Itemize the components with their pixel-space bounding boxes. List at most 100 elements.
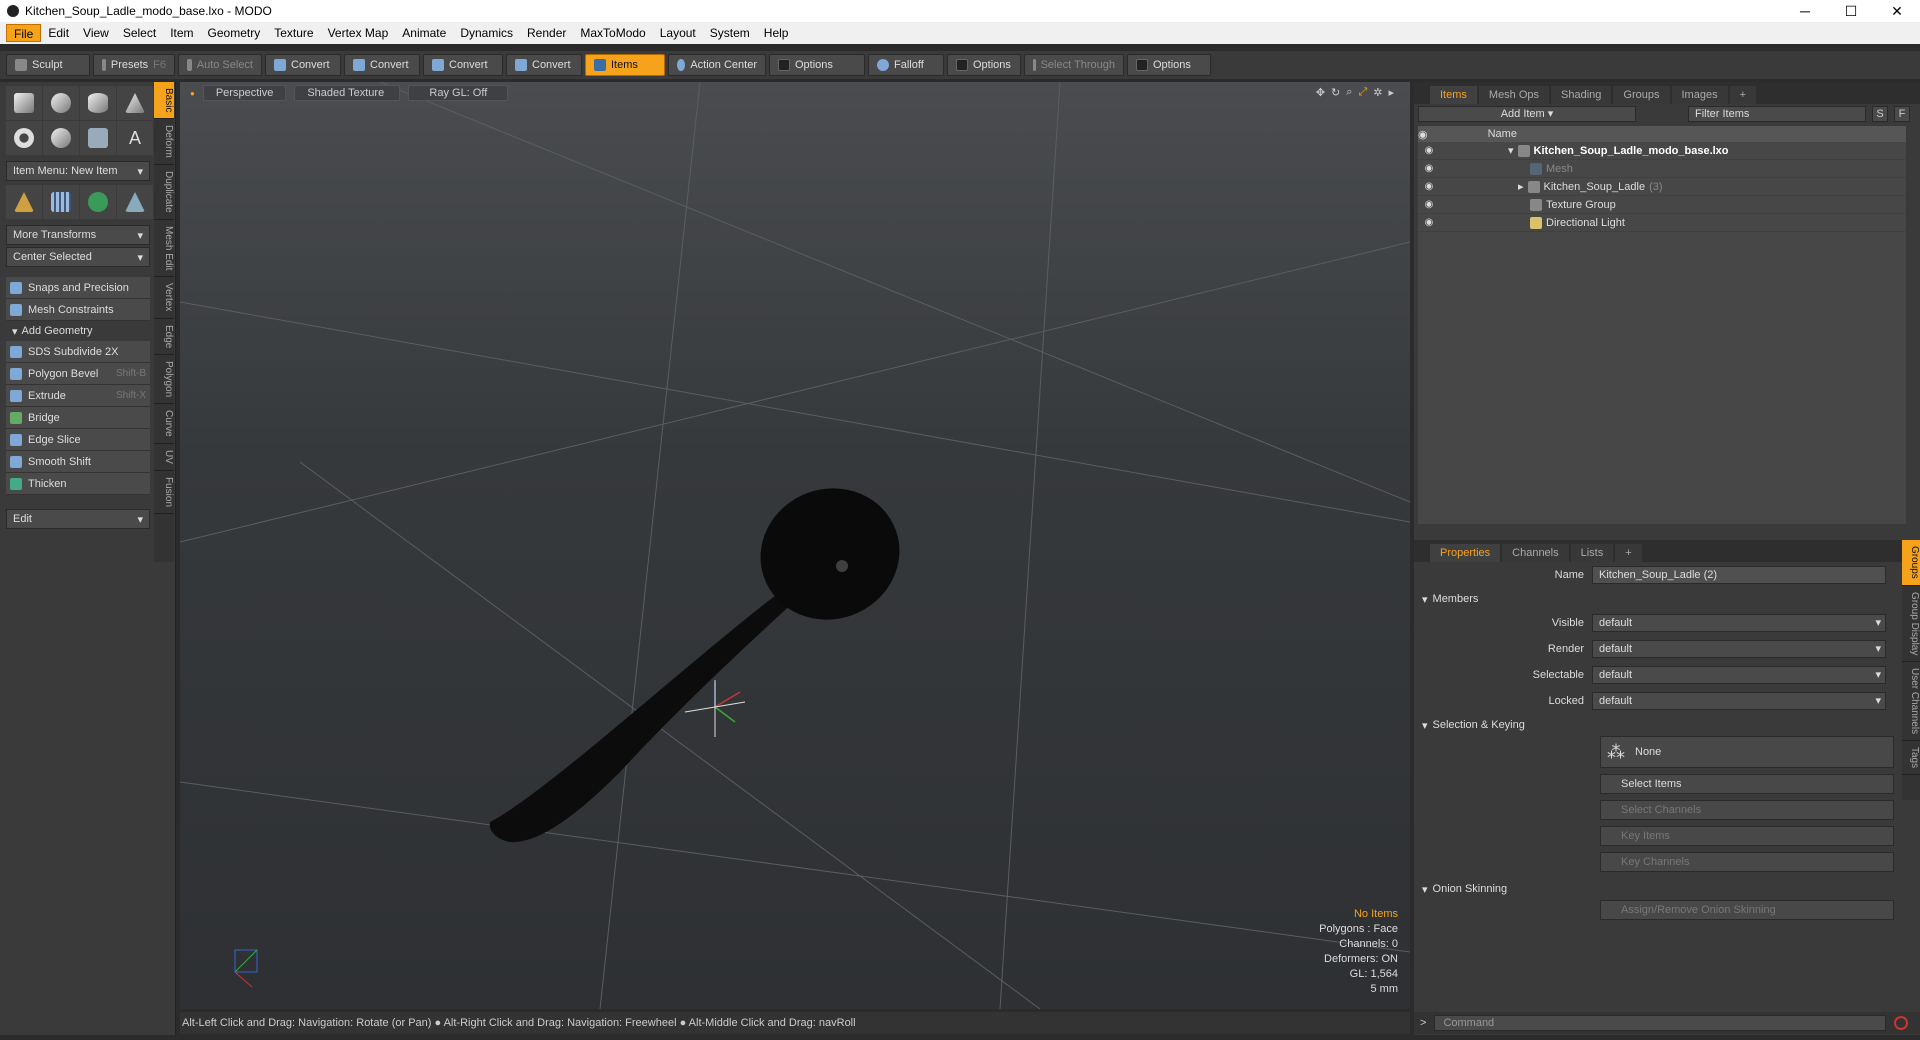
capsule-primitive-button[interactable] [43, 121, 79, 155]
select-through-options-button[interactable]: Options [1127, 54, 1211, 76]
globe-button[interactable] [80, 185, 116, 219]
edit-dropdown[interactable]: Edit ▾ [6, 509, 150, 529]
raygl-toggle[interactable]: Ray GL: Off [408, 85, 509, 101]
shading-mode-dropdown[interactable]: Shaded Texture [294, 85, 401, 101]
pyramid-button[interactable] [117, 185, 153, 219]
sculpt-button[interactable]: Sculpt [6, 54, 90, 76]
falloff-options-button[interactable]: Options [947, 54, 1021, 76]
add-geometry-header[interactable]: ▾ Add Geometry [6, 321, 150, 341]
3d-viewport[interactable]: ● Perspective Shaded Texture Ray GL: Off… [180, 82, 1410, 1009]
tab-edge[interactable]: Edge [154, 319, 174, 356]
visible-dropdown[interactable]: default ▾ [1592, 614, 1886, 632]
key-items-button[interactable]: Key Items [1600, 826, 1894, 846]
tab-duplicate[interactable]: Duplicate [154, 165, 174, 220]
menu-select[interactable]: Select [116, 24, 163, 42]
tab-groups-side[interactable]: Groups [1902, 540, 1920, 586]
tab-tags[interactable]: Tags [1902, 741, 1920, 776]
tab-curve[interactable]: Curve [154, 404, 174, 444]
tree-row-mesh[interactable]: ◉ Mesh [1418, 160, 1906, 178]
cone-primitive-button[interactable] [117, 86, 153, 120]
convert-polygons-button[interactable]: Convert [423, 54, 503, 76]
ladle-model[interactable] [489, 469, 918, 843]
action-center-button[interactable]: Action Center [668, 54, 766, 76]
tab-basic[interactable]: Basic [154, 82, 174, 120]
menu-edit[interactable]: Edit [41, 24, 76, 42]
members-section[interactable]: ▾ Members [1414, 588, 1920, 610]
select-items-button[interactable]: Select Items [1600, 774, 1894, 794]
tab-add-props[interactable]: + [1615, 544, 1642, 562]
menu-file[interactable]: File [6, 24, 42, 42]
tab-user-channels[interactable]: User Channels [1902, 662, 1920, 742]
select-through-button[interactable]: Select Through [1024, 54, 1124, 76]
rotate-icon[interactable]: ↻ [1331, 86, 1340, 99]
menu-layout[interactable]: Layout [653, 24, 703, 42]
presets-button[interactable]: Presets F6 [93, 54, 175, 76]
zoom-icon[interactable]: ⌕ [1346, 86, 1352, 99]
eye-icon[interactable]: ◉ [1418, 145, 1440, 156]
tab-shading[interactable]: Shading [1551, 86, 1612, 104]
action-center-options-button[interactable]: Options [769, 54, 865, 76]
pan-icon[interactable]: ✥ [1316, 86, 1325, 99]
tree-row-texture-group[interactable]: ◉ Texture Group [1418, 196, 1906, 214]
falloff-button[interactable]: Falloff [868, 54, 944, 76]
key-channels-button[interactable]: Key Channels [1600, 852, 1894, 872]
tool-smooth-shift[interactable]: Smooth Shift [6, 451, 150, 473]
tab-images[interactable]: Images [1671, 86, 1728, 104]
menu-texture[interactable]: Texture [267, 24, 320, 42]
viewport-menu-icon[interactable]: ● [190, 89, 195, 98]
tool-thicken[interactable]: Thicken [6, 473, 150, 495]
tree-row-light[interactable]: ◉ Directional Light [1418, 214, 1906, 232]
cube-primitive-button[interactable] [6, 86, 42, 120]
eye-icon[interactable]: ◉ [1418, 217, 1440, 228]
transform-button[interactable] [6, 185, 42, 219]
tab-polygon[interactable]: Polygon [154, 355, 174, 405]
tab-fusion[interactable]: Fusion [154, 471, 174, 514]
menu-geometry[interactable]: Geometry [201, 24, 268, 42]
convert-materials-button[interactable]: Convert [506, 54, 582, 76]
mesh-constraints-button[interactable]: Mesh Constraints [6, 299, 150, 321]
assign-onion-button[interactable]: Assign/Remove Onion Skinning [1600, 900, 1894, 920]
tab-lists[interactable]: Lists [1570, 544, 1614, 562]
menu-view[interactable]: View [76, 24, 116, 42]
filter-f-button[interactable]: F [1894, 106, 1910, 122]
sphere-primitive-button[interactable] [43, 86, 79, 120]
selectable-dropdown[interactable]: default ▾ [1592, 666, 1886, 684]
locked-dropdown[interactable]: default ▾ [1592, 692, 1886, 710]
tab-items[interactable]: Items [1430, 86, 1477, 104]
group-type-selector[interactable]: ⁂ None [1600, 736, 1894, 768]
tool-polygon-bevel[interactable]: Polygon Bevel Shift-B [6, 363, 150, 385]
menu-system[interactable]: System [703, 24, 757, 42]
eye-icon[interactable]: ◉ [1418, 199, 1440, 210]
tab-properties[interactable]: Properties [1430, 544, 1501, 562]
view-perspective-dropdown[interactable]: Perspective [202, 85, 287, 101]
tab-groups[interactable]: Groups [1613, 86, 1670, 104]
filter-s-button[interactable]: S [1872, 106, 1888, 122]
name-column-header[interactable]: Name [1488, 128, 1517, 140]
onion-skinning-section[interactable]: ▾ Onion Skinning [1414, 878, 1920, 900]
add-item-dropdown[interactable]: Add Item ▾ [1418, 106, 1636, 122]
eye-icon[interactable]: ◉ [1418, 163, 1440, 174]
menu-render[interactable]: Render [520, 24, 573, 42]
close-button[interactable]: ✕ [1874, 0, 1920, 22]
menu-maxtomodo[interactable]: MaxToModo [573, 24, 652, 42]
menu-vertex-map[interactable]: Vertex Map [321, 24, 396, 42]
tool-edge-slice[interactable]: Edge Slice [6, 429, 150, 451]
tab-mesh-edit[interactable]: Mesh Edit [154, 220, 174, 278]
fit-icon[interactable]: ⤢ [1358, 86, 1367, 99]
expand-icon[interactable]: ▸ [1388, 86, 1394, 99]
maximize-button[interactable]: ☐ [1828, 0, 1874, 22]
pen-tool-button[interactable] [80, 121, 116, 155]
convert-vertices-button[interactable]: Convert [265, 54, 341, 76]
minimize-button[interactable]: ─ [1782, 0, 1828, 22]
selection-keying-section[interactable]: ▾ Selection & Keying [1414, 714, 1920, 736]
settings-icon[interactable]: ✲ [1373, 86, 1382, 99]
render-dropdown[interactable]: default ▾ [1592, 640, 1886, 658]
tab-uv[interactable]: UV [154, 444, 174, 471]
items-mode-button[interactable]: Items [585, 54, 665, 76]
item-menu-dropdown[interactable]: Item Menu: New Item ▾ [6, 161, 150, 181]
menu-item[interactable]: Item [163, 24, 200, 42]
tool-extrude[interactable]: Extrude Shift-X [6, 385, 150, 407]
filter-items-input[interactable]: Filter Items [1688, 106, 1866, 122]
tree-row-group[interactable]: ◉ ▸ Kitchen_Soup_Ladle (3) [1418, 178, 1906, 196]
menu-help[interactable]: Help [757, 24, 796, 42]
